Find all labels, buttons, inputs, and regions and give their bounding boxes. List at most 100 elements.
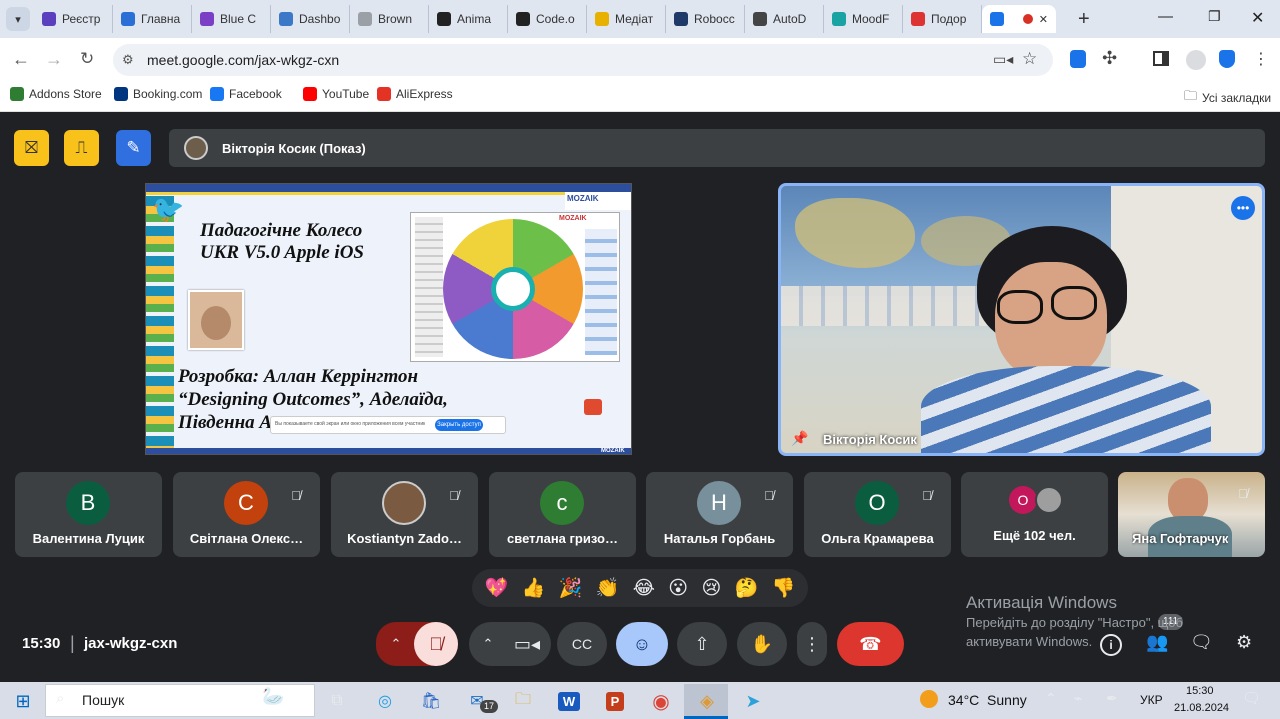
- browser-tab[interactable]: ✕: [982, 5, 1056, 33]
- edge-icon[interactable]: ◎: [370, 687, 400, 715]
- browser-tab[interactable]: Dashbo: [271, 5, 350, 33]
- extensions-puzzle-icon[interactable]: ✣: [1102, 48, 1117, 69]
- weather-text[interactable]: 34°C Sunny: [948, 692, 1027, 708]
- extension-shield-icon[interactable]: [1070, 50, 1086, 68]
- reaction-emoji-button[interactable]: 🎉: [559, 576, 583, 600]
- door-icon[interactable]: ⎍: [64, 130, 99, 166]
- browser-tab[interactable]: AutoD: [745, 5, 824, 33]
- camera-in-use-icon[interactable]: ▭◂: [993, 51, 1013, 68]
- reaction-emoji-button[interactable]: 👎: [772, 576, 796, 600]
- browser-tab[interactable]: Подор: [903, 5, 982, 33]
- search-placeholder[interactable]: Пошук: [82, 692, 124, 708]
- bookmark-star-icon[interactable]: ☆: [1022, 49, 1037, 69]
- tab-label: Code.o: [536, 12, 575, 26]
- network-icon[interactable]: ⌁: [1074, 690, 1082, 707]
- all-bookmarks[interactable]: 🗀 Усі закладки: [1184, 87, 1271, 109]
- bookmark-item[interactable]: AliExpress: [377, 87, 453, 101]
- telegram-icon[interactable]: ➤: [738, 687, 768, 715]
- recording-app-icon[interactable]: ◈: [692, 687, 722, 715]
- captions-icon[interactable]: CC: [557, 622, 607, 666]
- browser-tab[interactable]: MoodF: [824, 5, 903, 33]
- reaction-emoji-button[interactable]: 💖: [485, 576, 509, 600]
- more-options-icon[interactable]: ⋮: [797, 622, 827, 666]
- language-indicator[interactable]: УКР: [1140, 693, 1163, 707]
- present-screen-icon[interactable]: ⇧: [677, 622, 727, 666]
- bookmark-item[interactable]: Addons Store: [10, 87, 102, 101]
- browser-tab[interactable]: Robocc: [666, 5, 745, 33]
- mozaik-logo: MOZAIK: [567, 194, 599, 203]
- browser-tab[interactable]: Главна: [113, 5, 192, 33]
- pin-icon[interactable]: 📌: [791, 430, 808, 447]
- stop-sharing-button[interactable]: Закрыть доступ: [435, 419, 483, 431]
- new-tab-plus-icon[interactable]: +: [1078, 8, 1090, 31]
- side-panel-icon[interactable]: [1153, 51, 1169, 66]
- profile-avatar-icon[interactable]: [1186, 50, 1206, 70]
- bookmark-item[interactable]: Booking.com: [114, 87, 202, 101]
- reaction-emoji-button[interactable]: 😮: [668, 577, 688, 600]
- file-explorer-icon[interactable]: 🗀: [508, 687, 538, 715]
- browser-tab[interactable]: Code.o: [508, 5, 587, 33]
- mic-options-chevron-icon[interactable]: ⌃: [376, 622, 416, 666]
- close-window-icon[interactable]: ✕: [1251, 8, 1264, 28]
- people-icon[interactable]: 👥: [1146, 632, 1168, 653]
- folder-icon: 🗀: [1184, 88, 1198, 103]
- reaction-emoji-button[interactable]: 👏: [596, 576, 620, 600]
- whiteboard-icon[interactable]: ✎: [116, 130, 151, 166]
- url-text[interactable]: meet.google.com/jax-wkgz-cxn: [147, 52, 339, 68]
- chrome-icon[interactable]: ◉: [646, 687, 676, 715]
- word-icon[interactable]: W: [557, 691, 581, 711]
- speaker-video[interactable]: ••• 📌 Вікторія Косик: [778, 183, 1265, 456]
- back-arrow-icon[interactable]: ←: [12, 49, 30, 70]
- camera-icon[interactable]: ▭◂: [507, 622, 547, 666]
- tab-search-chevron-icon[interactable]: ▾: [6, 7, 30, 31]
- reload-icon[interactable]: ↻: [80, 49, 94, 69]
- reaction-emoji-button[interactable]: 👍: [522, 576, 546, 600]
- windows-start-icon[interactable]: ⊞: [8, 687, 38, 715]
- activation-text-2: активувати Windows.: [966, 634, 1093, 649]
- reaction-emoji-button[interactable]: 🤔: [735, 576, 759, 600]
- store-icon[interactable]: 🛍: [416, 687, 446, 715]
- leave-call-icon[interactable]: ☎: [837, 622, 904, 666]
- close-tab-icon[interactable]: ✕: [1039, 13, 1048, 26]
- mic-off-icon[interactable]: 🎙̸: [414, 622, 458, 666]
- participant-tile[interactable]: с светлана гризо…: [489, 472, 636, 557]
- participant-tile[interactable]: 🎙̸ Kostiantyn Zado…: [331, 472, 478, 557]
- browser-tab[interactable]: Blue C: [192, 5, 271, 33]
- reaction-emoji-button[interactable]: 😢: [701, 577, 721, 600]
- pen-icon[interactable]: ✒: [1106, 690, 1118, 707]
- emoji-reactions-icon[interactable]: ☺: [616, 622, 668, 666]
- menu-kebab-icon[interactable]: ⋮: [1253, 49, 1269, 69]
- browser-tab[interactable]: Медіат: [587, 5, 666, 33]
- camera-options-chevron-icon[interactable]: ⌃: [469, 622, 507, 666]
- self-video-tile[interactable]: 🎙̸ Яна Гофтарчук: [1118, 472, 1265, 557]
- maximize-icon[interactable]: ❐: [1208, 8, 1221, 25]
- participant-tile[interactable]: О 🎙̸ Ольга Крамарева: [804, 472, 951, 557]
- browser-tab[interactable]: Anima: [429, 5, 508, 33]
- more-participants-tile[interactable]: О Ещё 102 чел.: [961, 472, 1108, 557]
- bookmark-item[interactable]: YouTube: [303, 87, 369, 101]
- security-shield-icon[interactable]: [1219, 50, 1235, 68]
- activities-icon[interactable]: ⚙: [1236, 632, 1252, 653]
- presenter-label: Вікторія Косик (Показ): [222, 141, 366, 156]
- raise-hand-icon[interactable]: ✋: [737, 622, 787, 666]
- site-settings-icon[interactable]: ⚙: [122, 52, 134, 68]
- browser-tab[interactable]: Реєстр: [34, 5, 113, 33]
- clock-time[interactable]: 15:30: [1186, 685, 1214, 697]
- browser-tab[interactable]: Brown: [350, 5, 429, 33]
- bookmark-item[interactable]: Facebook: [210, 87, 282, 101]
- notifications-icon[interactable]: 🗨: [1242, 689, 1261, 707]
- clock-date[interactable]: 21.08.2024: [1174, 702, 1229, 714]
- minimize-icon[interactable]: —: [1158, 8, 1173, 25]
- chat-icon[interactable]: 🗨: [1190, 632, 1213, 653]
- reaction-emoji-button[interactable]: 😂: [633, 577, 655, 600]
- meeting-time: 15:30: [22, 635, 61, 652]
- no-projector-icon[interactable]: ⛝: [14, 130, 49, 166]
- task-view-icon[interactable]: ⧉: [322, 687, 352, 715]
- participant-tile[interactable]: Н 🎙̸ Наталья Горбань: [646, 472, 793, 557]
- forward-arrow-icon[interactable]: →: [45, 49, 63, 70]
- participant-tile[interactable]: С 🎙̸ Світлана Олекс…: [173, 472, 320, 557]
- participant-tile[interactable]: В Валентина Луцик: [15, 472, 162, 557]
- powerpoint-icon[interactable]: P: [605, 691, 625, 711]
- meeting-info-icon[interactable]: i: [1100, 634, 1122, 656]
- tray-chevron-icon[interactable]: ⌃: [1045, 690, 1057, 707]
